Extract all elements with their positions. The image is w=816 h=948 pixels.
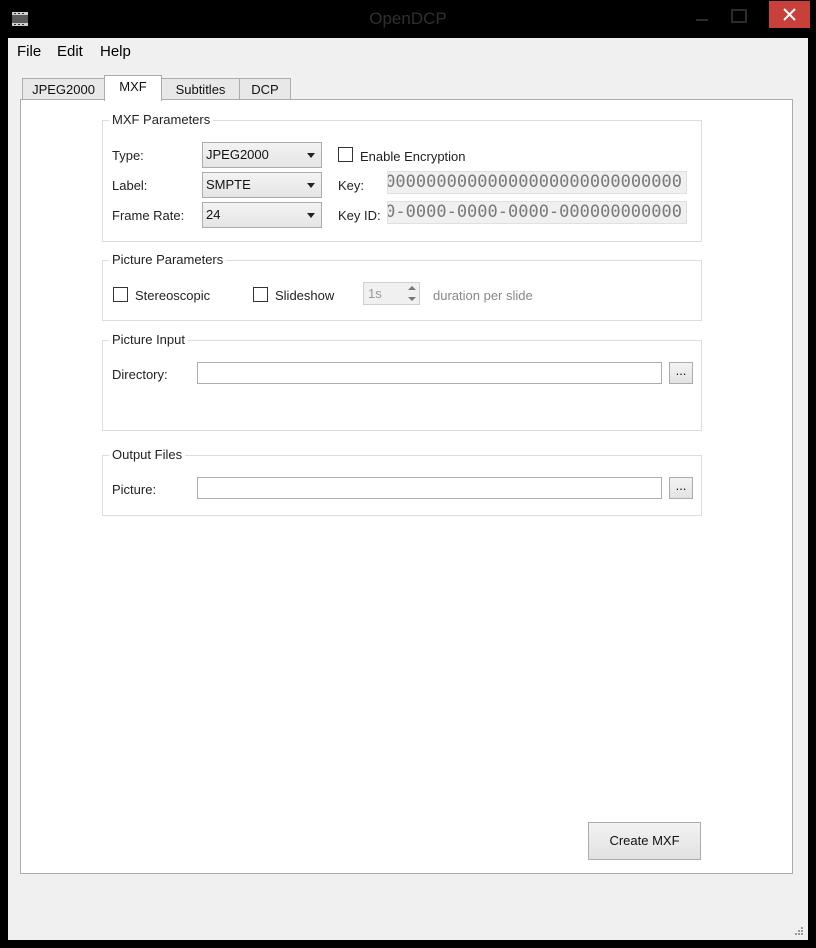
menu-bar: File Edit Help (8, 38, 808, 64)
enable-encryption-checkbox[interactable] (338, 147, 353, 162)
spin-down-icon[interactable] (406, 294, 418, 304)
key-id-label: Key ID: (338, 208, 381, 223)
slideshow-label: Slideshow (275, 288, 335, 303)
tab-subtitles[interactable]: Subtitles (161, 78, 240, 101)
duration-spinbox[interactable]: 1s (363, 282, 420, 305)
picture-output-browse-button[interactable]: ... (669, 477, 693, 499)
picture-input-title: Picture Input (109, 332, 188, 347)
directory-label: Directory: (112, 367, 168, 382)
frame-rate-label: Frame Rate: (112, 208, 185, 223)
key-label: Key: (338, 178, 365, 193)
create-mxf-button[interactable]: Create MXF (588, 822, 701, 860)
key-id-field[interactable]: 00000000-0000-0000-0000-000000000000 (387, 201, 687, 224)
mxf-parameters-title: MXF Parameters (109, 112, 214, 127)
frame-rate-select-value: 24 (206, 207, 221, 222)
type-select-value: JPEG2000 (206, 147, 269, 162)
directory-input[interactable] (197, 362, 662, 384)
output-files-group: Output Files Picture: ... (102, 447, 702, 516)
directory-browse-button[interactable]: ... (669, 362, 693, 384)
mxf-tab-panel: MXF Parameters Type: JPEG2000 Label: SMP… (20, 99, 793, 874)
title-bar[interactable]: OpenDCP (0, 0, 816, 38)
picture-output-input[interactable] (197, 477, 662, 499)
key-id-field-value: 00000000-0000-0000-0000-000000000000 (387, 202, 682, 222)
picture-input-group: Picture Input Directory: ... (102, 332, 702, 431)
picture-output-label: Picture: (112, 482, 157, 497)
tab-mxf[interactable]: MXF (104, 75, 162, 101)
slideshow-checkbox[interactable] (253, 287, 268, 302)
enable-encryption-label: Enable Encryption (360, 149, 466, 164)
mxf-parameters-group: MXF Parameters Type: JPEG2000 Label: SMP… (102, 112, 702, 242)
key-field[interactable]: 00000000000000000000000000000000 (387, 171, 687, 194)
chevron-down-icon (307, 153, 315, 158)
chevron-down-icon (307, 183, 315, 188)
menu-file[interactable]: File (17, 43, 41, 60)
type-select[interactable]: JPEG2000 (202, 142, 322, 168)
frame-rate-select[interactable]: 24 (202, 202, 322, 228)
spin-up-icon[interactable] (406, 283, 418, 293)
picture-parameters-group: Picture Parameters Stereoscopic Slidesho… (102, 252, 702, 321)
menu-edit[interactable]: Edit (57, 43, 83, 60)
minimize-icon[interactable] (688, 4, 716, 28)
label-select[interactable]: SMPTE (202, 172, 322, 198)
key-field-value: 00000000000000000000000000000000 (387, 172, 682, 192)
output-files-title: Output Files (109, 447, 186, 462)
close-button[interactable] (769, 1, 810, 28)
label-select-value: SMPTE (206, 177, 251, 192)
resize-grip-icon[interactable] (794, 926, 804, 936)
label-label: Label: (112, 178, 148, 193)
tab-jpeg2000[interactable]: JPEG2000 (22, 78, 105, 101)
stereoscopic-label: Stereoscopic (135, 288, 211, 303)
type-label: Type: (112, 148, 144, 163)
duration-spinbox-value: 1s (368, 286, 382, 301)
client-area: File Edit Help JPEG2000 MXF Subtitles DC… (8, 38, 808, 940)
close-icon (783, 8, 796, 21)
duration-per-slide-label: duration per slide (433, 288, 533, 303)
picture-parameters-title: Picture Parameters (109, 252, 227, 267)
stereoscopic-checkbox[interactable] (113, 287, 128, 302)
maximize-icon[interactable] (724, 4, 752, 28)
app-window: OpenDCP File Edit Help JPEG2000 MXF Subt… (0, 0, 816, 948)
chevron-down-icon (307, 213, 315, 218)
tab-dcp[interactable]: DCP (239, 78, 291, 101)
menu-help[interactable]: Help (100, 43, 131, 60)
